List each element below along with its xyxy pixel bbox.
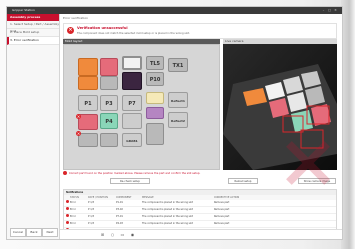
error-icon: × [76, 131, 81, 136]
sidebar-item-error-verification[interactable]: 3. Error verification [7, 37, 59, 45]
mold-slot[interactable] [78, 58, 98, 76]
sidebar-item-place-mold[interactable]: 2. Place Mold setup [7, 29, 59, 37]
error-icon [63, 171, 67, 175]
breadcrumb: Error verification [63, 16, 89, 20]
error-icon [66, 207, 69, 213]
folder-icon[interactable]: ▭ [120, 232, 125, 237]
taskbar: ⊞ ○ ▭ ◉ [60, 229, 342, 239]
error-banner: × Verification unsuccessful The componen… [63, 23, 337, 39]
sidebar-header: Assembly process [7, 14, 59, 21]
brand-x-logo [285, 140, 331, 186]
mold-slot[interactable] [78, 133, 98, 147]
mold-slot[interactable] [146, 92, 164, 104]
mold-slot[interactable]: GRAB1 [122, 133, 142, 147]
banner-subtext: The component does not match the selecte… [77, 32, 190, 35]
error-icon [66, 200, 69, 206]
error-icon: × [76, 114, 81, 119]
next-button[interactable]: Next [42, 228, 58, 237]
sidebar-item-select-setup[interactable]: 1. Select Setup / Part / Assembly Unit [7, 21, 59, 33]
error-icon: × [67, 27, 74, 34]
mold-slot[interactable]: TX1 [168, 58, 188, 72]
banner-heading: Verification unsuccessful [77, 26, 128, 30]
mold-slot[interactable] [146, 107, 164, 119]
mold-slot[interactable] [122, 113, 142, 129]
mold-slot[interactable]: P1 [78, 95, 98, 111]
maximize-icon[interactable]: □ [327, 8, 332, 12]
cancel-button[interactable]: Cancel [10, 228, 26, 237]
warning-message: Correct part found on the position marke… [63, 171, 220, 177]
mold-slot[interactable]: Reflect2 [168, 112, 188, 128]
monitor-bezel [341, 0, 355, 249]
mold-slot[interactable]: Reflect1 [168, 92, 188, 108]
main-content: Error verification × Verification unsucc… [60, 14, 342, 239]
monitor: Gripper Station – □ ✕ Assembly process 1… [0, 0, 355, 249]
mold-slot[interactable] [122, 72, 142, 90]
reload-button[interactable]: Reload setup [228, 178, 258, 184]
footer-buttons: Cancel Back Next [10, 228, 58, 237]
table-row[interactable]: Error P 1/3 P4-03 The component is place… [64, 221, 336, 228]
browser-icon[interactable]: ◉ [130, 232, 135, 237]
mold-slot[interactable] [146, 123, 164, 145]
mold-slot[interactable]: P7 [122, 95, 142, 111]
mold-slot[interactable]: P10 [146, 72, 164, 86]
back-button[interactable]: Back [26, 228, 42, 237]
error-icon [66, 221, 69, 227]
mold-slot[interactable]: TL5 [146, 56, 164, 70]
recheck-button[interactable]: Re-check setup [110, 178, 150, 184]
error-icon [66, 214, 69, 220]
title-bar: Gripper Station – □ ✕ [7, 7, 342, 14]
search-icon[interactable]: ○ [110, 232, 115, 237]
mold-slot[interactable]: P3 [100, 95, 118, 111]
close-icon[interactable]: ✕ [333, 8, 338, 12]
mold-slot[interactable] [78, 114, 98, 130]
mold-slot[interactable] [100, 76, 118, 90]
app-window: Gripper Station – □ ✕ Assembly process 1… [6, 6, 343, 240]
table-row[interactable]: Error P 1/3 P1-01 The component is place… [64, 200, 336, 207]
table-row[interactable]: Error P 1/3 P3-02 The component is place… [64, 207, 336, 214]
table-row[interactable]: Error P 1/3 P7-01 The component is place… [64, 214, 336, 221]
minimize-icon[interactable]: – [321, 8, 326, 12]
mold-slot[interactable] [78, 76, 98, 90]
mold-layout-panel: TL5 TX1 P10 P1 P3 P7 Reflect1 P4 Reflect… [63, 44, 220, 170]
mold-slot[interactable] [122, 56, 142, 70]
mold-slot[interactable] [100, 133, 118, 147]
windows-start-icon[interactable]: ⊞ [100, 232, 105, 237]
sidebar: Assembly process 1. Select Setup / Part … [7, 14, 60, 239]
window-title: Gripper Station [12, 8, 35, 12]
mold-slot[interactable]: P4 [100, 113, 118, 129]
mold-slot[interactable] [100, 58, 118, 76]
